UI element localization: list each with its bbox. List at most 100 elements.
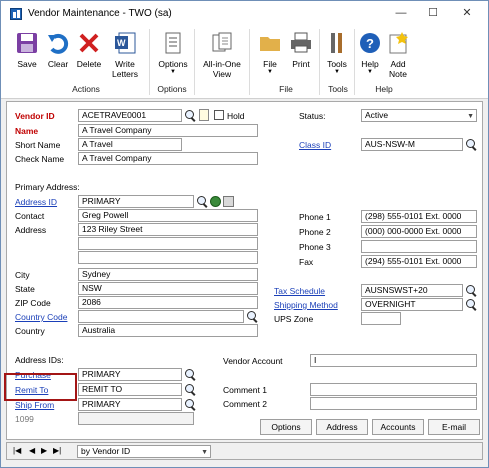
ribbon-separator (249, 29, 250, 95)
vendor-account-field[interactable]: I (310, 354, 477, 367)
note-icon[interactable] (199, 109, 209, 121)
status-label: Status: (299, 111, 326, 121)
remit-to-highlight-box (4, 373, 77, 401)
hold-checkbox[interactable] (214, 110, 224, 120)
vendor-account-label: Vendor Account (223, 356, 283, 366)
tax-schedule-link[interactable]: Tax Schedule (274, 286, 325, 296)
lookup-icon[interactable] (465, 138, 478, 151)
lookup-icon[interactable] (246, 310, 259, 323)
check-name-field[interactable]: A Travel Company (78, 152, 258, 165)
map-icon[interactable] (223, 196, 234, 207)
comment1-field[interactable] (310, 383, 477, 396)
undo-icon (46, 31, 70, 55)
lookup-icon[interactable] (184, 398, 197, 411)
first-record-button[interactable]: |◀ (13, 446, 21, 455)
remit-to-address-field[interactable]: REMIT TO (78, 383, 182, 396)
save-button[interactable]: Save (13, 31, 41, 69)
short-name-label: Short Name (15, 140, 61, 150)
address-id-field[interactable]: PRIMARY (78, 195, 194, 208)
phone3-field[interactable] (361, 240, 477, 253)
status-dropdown[interactable]: Active ▼ (361, 109, 477, 122)
sort-order-dropdown[interactable]: by Vendor ID ▼ (77, 445, 211, 458)
group-label-help: Help (375, 84, 393, 94)
short-name-field[interactable]: A Travel (78, 138, 182, 151)
ribbon-separator (354, 29, 355, 95)
address-line3-field[interactable] (78, 251, 258, 264)
write-letters-button[interactable]: W Write Letters (107, 31, 143, 79)
fax-field[interactable]: (294) 555-0101 Ext. 0000 (361, 255, 477, 268)
print-button[interactable]: Print (288, 31, 314, 69)
globe-icon[interactable] (210, 196, 221, 207)
shipping-method-link[interactable]: Shipping Method (274, 300, 338, 310)
address-line2-field[interactable] (78, 237, 258, 250)
address-button[interactable]: Address (316, 419, 368, 435)
list-icon (161, 31, 185, 55)
delete-x-icon (77, 31, 101, 55)
options-ribbon-button[interactable]: Options ▼ (156, 31, 190, 75)
country-field[interactable]: Australia (78, 324, 258, 337)
next-record-button[interactable]: ▶ (41, 446, 47, 455)
navigation-bar: |◀ ◀ ▶ ▶| by Vendor ID ▼ (6, 442, 483, 460)
state-field[interactable]: NSW (78, 282, 258, 295)
address-line1-field[interactable]: 123 Riley Street (78, 223, 258, 236)
class-id-link[interactable]: Class ID (299, 140, 331, 150)
options-button[interactable]: Options (260, 419, 312, 435)
group-label-tools: Tools (328, 84, 348, 94)
all-in-one-view-button[interactable]: All-in-One View (200, 31, 244, 79)
accounts-button[interactable]: Accounts (372, 419, 424, 435)
country-code-link[interactable]: Country Code (15, 312, 67, 322)
ribbon-separator (149, 29, 150, 95)
chevron-down-icon: ▼ (334, 69, 340, 75)
add-note-button[interactable]: Add Note (385, 31, 411, 79)
close-button[interactable]: ✕ (459, 6, 475, 20)
zip-code-field[interactable]: 2086 (78, 296, 258, 309)
last-record-button[interactable]: ▶| (53, 446, 61, 455)
chevron-down-icon: ▼ (201, 449, 208, 456)
ribbon-separator (194, 29, 195, 95)
tools-button[interactable]: Tools ▼ (324, 31, 350, 75)
lookup-icon[interactable] (196, 195, 209, 208)
address-id-link[interactable]: Address ID (15, 197, 57, 207)
lookup-icon[interactable] (184, 383, 197, 396)
window-title: Vendor Maintenance - TWO (sa) (28, 8, 172, 19)
purchase-address-field[interactable]: PRIMARY (78, 368, 182, 381)
lookup-icon[interactable] (184, 368, 197, 381)
save-icon (15, 31, 39, 55)
contact-field[interactable]: Greg Powell (78, 209, 258, 222)
class-id-field[interactable]: AUS-NSW-M (361, 138, 463, 151)
file-button[interactable]: File ▼ (258, 31, 282, 75)
check-name-label: Check Name (15, 154, 65, 164)
shipping-method-field[interactable]: OVERNIGHT (361, 298, 463, 311)
ups-zone-label: UPS Zone (274, 314, 314, 324)
svg-text:?: ? (366, 36, 374, 51)
comment2-field[interactable] (310, 397, 477, 410)
chevron-down-icon: ▼ (467, 113, 474, 120)
clear-button[interactable]: Clear (44, 31, 72, 69)
ups-zone-field[interactable] (361, 312, 401, 325)
lookup-icon[interactable] (465, 284, 478, 297)
title-bar: Vendor Maintenance - TWO (sa) — ☐ ✕ (1, 1, 488, 27)
ship-from-link[interactable]: Ship From (15, 400, 54, 410)
fax-label: Fax (299, 257, 314, 267)
phone2-label: Phone 2 (299, 227, 331, 237)
previous-record-button[interactable]: ◀ (29, 446, 35, 455)
maximize-button[interactable]: ☐ (425, 6, 441, 20)
state-label: State (15, 284, 35, 294)
help-button[interactable]: ? Help ▼ (358, 31, 382, 75)
name-field[interactable]: A Travel Company (78, 124, 258, 137)
folder-icon (258, 31, 282, 55)
tax-schedule-field[interactable]: AUSNSWST+20 (361, 284, 463, 297)
lookup-icon[interactable] (184, 109, 197, 122)
delete-button[interactable]: Delete (74, 31, 104, 69)
lookup-icon[interactable] (465, 298, 478, 311)
1099-field[interactable] (78, 412, 194, 425)
phone2-field[interactable]: (000) 000-0000 Ext. 0000 (361, 225, 477, 238)
country-code-field[interactable] (78, 310, 244, 323)
email-button[interactable]: E-mail (428, 419, 480, 435)
phone1-field[interactable]: (298) 555-0101 Ext. 0000 (361, 210, 477, 223)
city-field[interactable]: Sydney (78, 268, 258, 281)
printer-icon (289, 31, 313, 55)
ship-from-address-field[interactable]: PRIMARY (78, 398, 182, 411)
minimize-button[interactable]: — (393, 6, 409, 20)
vendor-id-field[interactable]: ACETRAVE0001 (78, 109, 182, 122)
